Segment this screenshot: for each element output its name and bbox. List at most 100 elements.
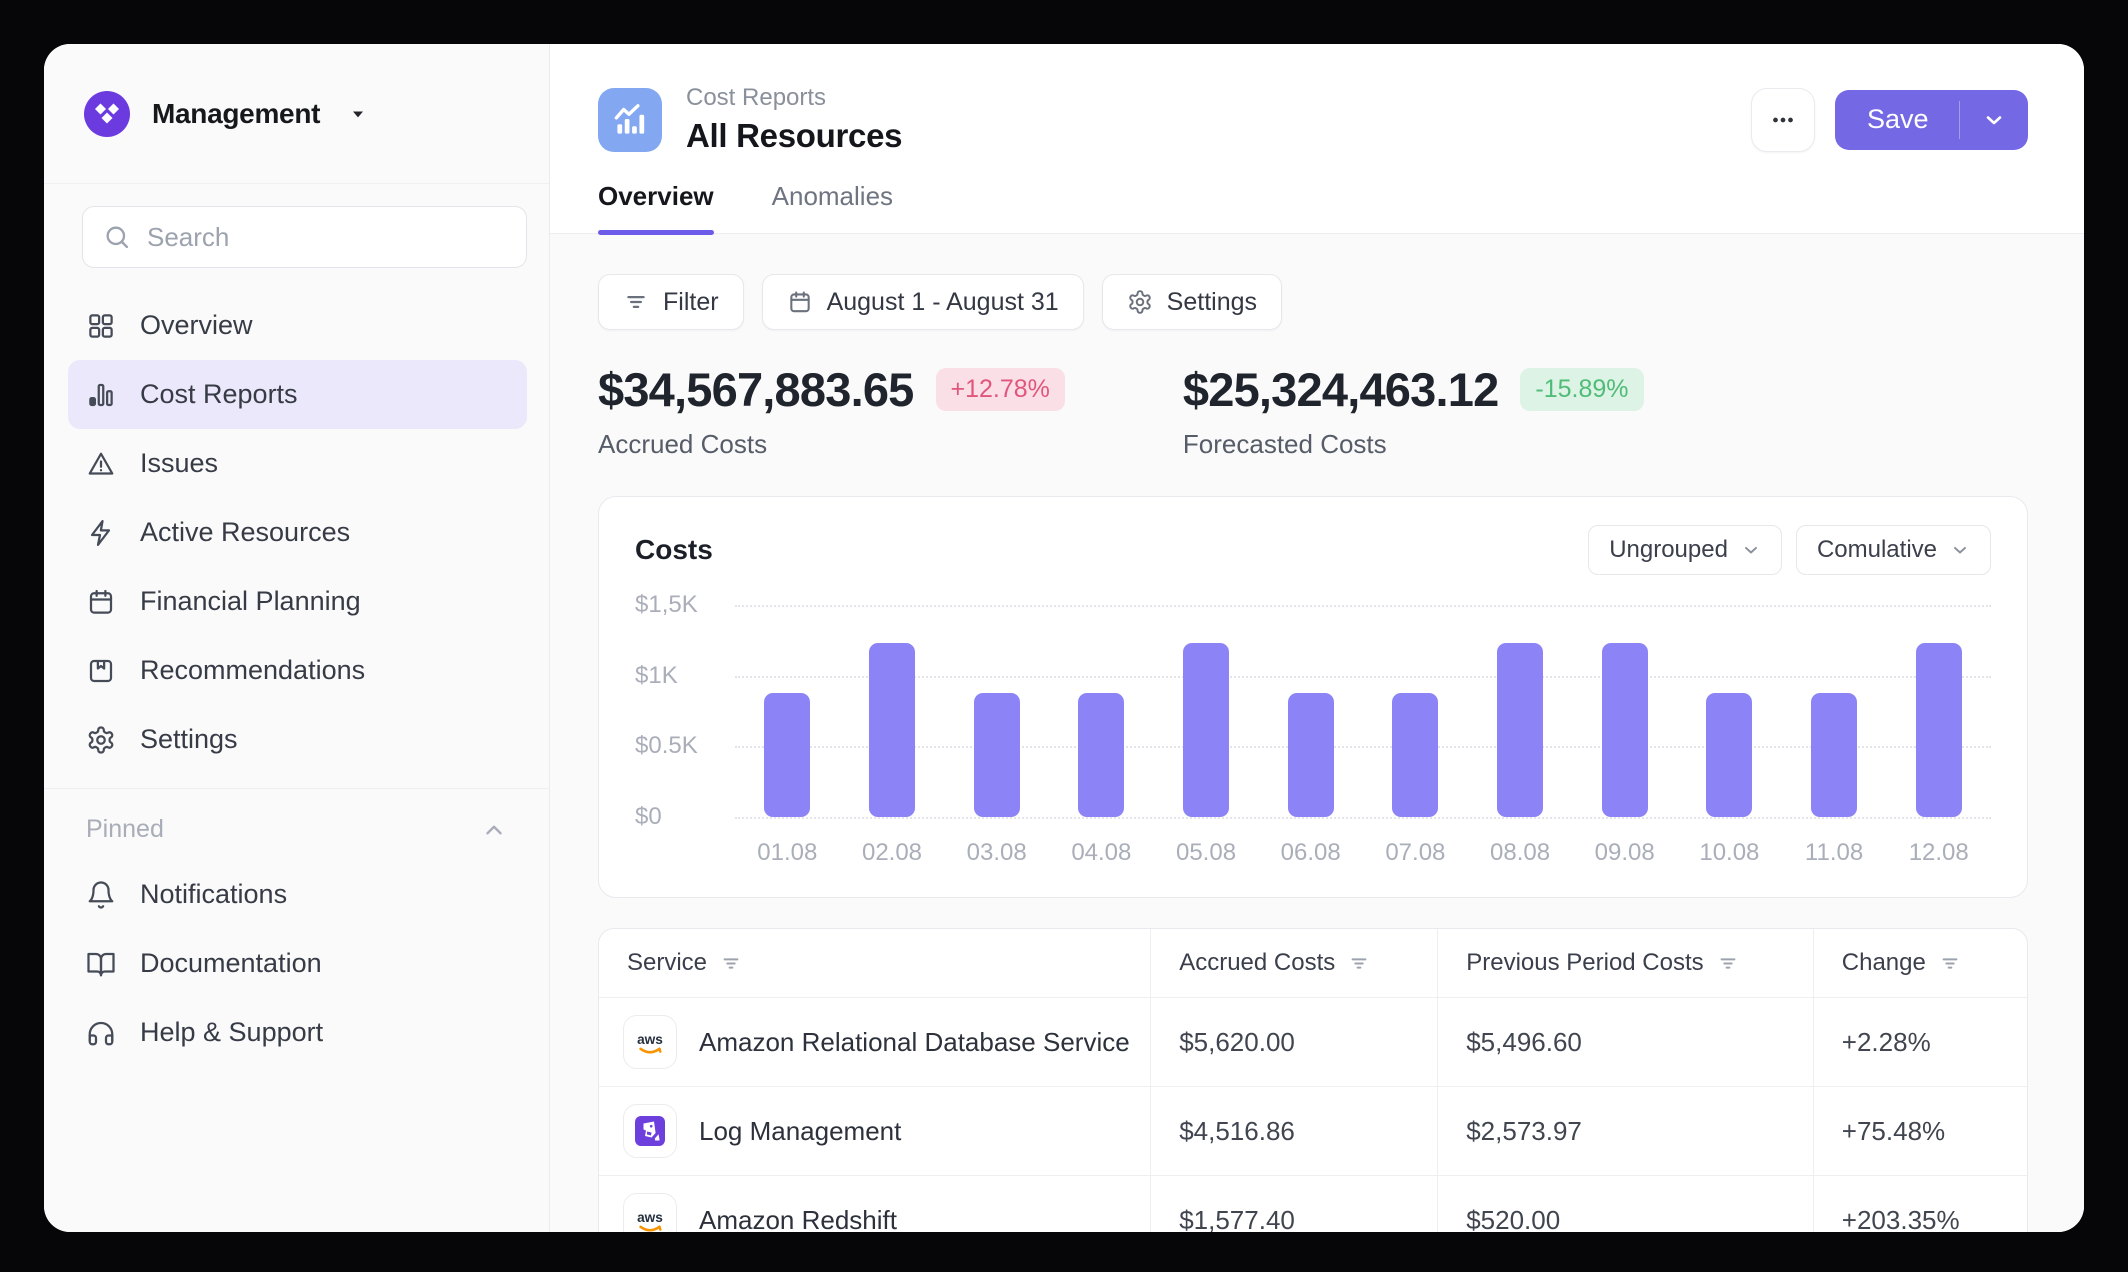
x-axis-label: 02.08 bbox=[840, 839, 945, 867]
sidebar-item-notifications[interactable]: Notifications bbox=[68, 860, 527, 929]
column-header-change[interactable]: Change bbox=[1813, 929, 2027, 997]
sidebar: Management Overview Cost Reports Issues … bbox=[44, 44, 550, 1232]
tab-bar: Overview Anomalies bbox=[550, 155, 2084, 234]
sidebar-item-recommendations[interactable]: Recommendations bbox=[68, 636, 527, 705]
bar-11.08[interactable] bbox=[1811, 693, 1857, 817]
warning-icon bbox=[86, 449, 116, 479]
sidebar-item-label: Cost Reports bbox=[140, 379, 298, 410]
gridline bbox=[735, 817, 1991, 819]
more-actions-button[interactable] bbox=[1751, 88, 1815, 152]
column-label: Accrued Costs bbox=[1179, 949, 1335, 977]
change-cell: +203.35% bbox=[1813, 1176, 2027, 1232]
group-by-value: Ungrouped bbox=[1609, 536, 1728, 564]
sidebar-item-label: Active Resources bbox=[140, 517, 350, 548]
column-label: Previous Period Costs bbox=[1466, 949, 1703, 977]
sidebar-item-label: Recommendations bbox=[140, 655, 365, 686]
date-range-button[interactable]: August 1 - August 31 bbox=[762, 274, 1084, 330]
chart-x-axis: 01.0802.0803.0804.0805.0806.0807.0808.08… bbox=[735, 839, 1991, 867]
group-by-dropdown[interactable]: Ungrouped bbox=[1588, 525, 1782, 575]
accrued-costs-cell: $1,577.40 bbox=[1150, 1176, 1437, 1232]
stat-forecasted-costs: $25,324,463.12 -15.89% Forecasted Costs bbox=[1183, 362, 1644, 460]
pinned-section-label: Pinned bbox=[86, 815, 164, 844]
bar-10.08[interactable] bbox=[1706, 693, 1752, 817]
sidebar-item-financial-planning[interactable]: Financial Planning bbox=[68, 567, 527, 636]
pinned-collapse-chevron-up-icon[interactable] bbox=[481, 817, 507, 843]
bell-icon bbox=[86, 880, 116, 910]
content-area: Filter August 1 - August 31 Settings bbox=[550, 234, 2084, 1232]
forecasted-costs-label: Forecasted Costs bbox=[1183, 429, 1644, 460]
bar-chart-icon bbox=[86, 380, 116, 410]
search-input[interactable] bbox=[147, 222, 506, 253]
sort-icon bbox=[1717, 952, 1739, 974]
svg-text:aws: aws bbox=[637, 1210, 663, 1225]
bar-03.08[interactable] bbox=[974, 693, 1020, 817]
aggregation-mode-dropdown[interactable]: Comulative bbox=[1796, 525, 1991, 575]
y-axis-tick: $1K bbox=[635, 662, 678, 690]
sidebar-item-settings[interactable]: Settings bbox=[68, 705, 527, 774]
bar-07.08[interactable] bbox=[1392, 693, 1438, 817]
sidebar-item-issues[interactable]: Issues bbox=[68, 429, 527, 498]
previous-period-costs-cell: $520.00 bbox=[1437, 1176, 1813, 1232]
chevron-down-icon bbox=[1982, 108, 2006, 132]
column-header-previous-period-costs[interactable]: Previous Period Costs bbox=[1437, 929, 1813, 997]
chevron-down-icon bbox=[1741, 540, 1761, 560]
save-dropdown-button[interactable] bbox=[1960, 90, 2028, 150]
change-cell: +2.28% bbox=[1813, 998, 2027, 1086]
sidebar-item-help-support[interactable]: Help & Support bbox=[68, 998, 527, 1067]
filter-button[interactable]: Filter bbox=[598, 274, 744, 330]
table-header-row: Service Accrued Costs Previous Period Co… bbox=[599, 929, 2027, 997]
bookmark-icon bbox=[86, 656, 116, 686]
lightning-icon bbox=[86, 518, 116, 548]
x-axis-label: 08.08 bbox=[1468, 839, 1573, 867]
services-table: Service Accrued Costs Previous Period Co… bbox=[598, 928, 2028, 1232]
sort-icon bbox=[720, 952, 742, 974]
aws-icon: aws bbox=[623, 1015, 677, 1069]
chart-title: Costs bbox=[635, 534, 713, 566]
book-icon bbox=[86, 949, 116, 979]
table-row[interactable]: aws Amazon Relational Database Service $… bbox=[599, 997, 2027, 1086]
stat-accrued-costs: $34,567,883.65 +12.78% Accrued Costs bbox=[598, 362, 1065, 460]
bar-09.08[interactable] bbox=[1602, 643, 1648, 817]
table-row[interactable]: aws Amazon Redshift $1,577.40 $520.00 +2… bbox=[599, 1175, 2027, 1232]
column-header-accrued-costs[interactable]: Accrued Costs bbox=[1150, 929, 1437, 997]
sidebar-item-cost-reports[interactable]: Cost Reports bbox=[68, 360, 527, 429]
workspace-logo-icon bbox=[84, 91, 130, 137]
sort-icon bbox=[1348, 952, 1370, 974]
save-button[interactable]: Save bbox=[1835, 90, 1959, 150]
report-chart-icon bbox=[598, 88, 662, 152]
x-axis-label: 10.08 bbox=[1677, 839, 1782, 867]
gear-icon bbox=[86, 725, 116, 755]
column-header-service[interactable]: Service bbox=[599, 929, 1150, 997]
sidebar-item-documentation[interactable]: Documentation bbox=[68, 929, 527, 998]
sidebar-item-overview[interactable]: Overview bbox=[68, 291, 527, 360]
sidebar-item-label: Issues bbox=[140, 448, 218, 479]
sidebar-item-label: Documentation bbox=[140, 948, 322, 979]
y-axis-tick: $0.5K bbox=[635, 732, 698, 760]
bar-01.08[interactable] bbox=[764, 693, 810, 817]
app-window: Management Overview Cost Reports Issues … bbox=[44, 44, 2084, 1232]
bar-05.08[interactable] bbox=[1183, 643, 1229, 817]
workspace-switcher[interactable]: Management bbox=[44, 44, 549, 184]
bar-02.08[interactable] bbox=[869, 643, 915, 817]
search-box[interactable] bbox=[82, 206, 527, 268]
costs-chart-card: Costs Ungrouped Comulative bbox=[598, 496, 2028, 898]
bar-06.08[interactable] bbox=[1288, 693, 1334, 817]
accrued-costs-cell: $5,620.00 bbox=[1150, 998, 1437, 1086]
tab-overview[interactable]: Overview bbox=[598, 181, 714, 233]
workspace-name: Management bbox=[152, 98, 320, 130]
column-label: Change bbox=[1842, 949, 1926, 977]
bar-08.08[interactable] bbox=[1497, 643, 1543, 817]
grid-icon bbox=[86, 311, 116, 341]
sidebar-item-active-resources[interactable]: Active Resources bbox=[68, 498, 527, 567]
table-row[interactable]: Log Management $4,516.86 $2,573.97 +75.4… bbox=[599, 1086, 2027, 1175]
calendar-icon bbox=[787, 289, 813, 315]
date-range-label: August 1 - August 31 bbox=[827, 288, 1059, 317]
x-axis-label: 12.08 bbox=[1886, 839, 1991, 867]
tab-anomalies[interactable]: Anomalies bbox=[772, 181, 893, 233]
bar-12.08[interactable] bbox=[1916, 643, 1962, 817]
settings-button[interactable]: Settings bbox=[1102, 274, 1282, 330]
bar-04.08[interactable] bbox=[1078, 693, 1124, 817]
table-body: aws Amazon Relational Database Service $… bbox=[599, 997, 2027, 1232]
aggregation-mode-value: Comulative bbox=[1817, 536, 1937, 564]
accrued-costs-change-badge: +12.78% bbox=[936, 368, 1065, 411]
